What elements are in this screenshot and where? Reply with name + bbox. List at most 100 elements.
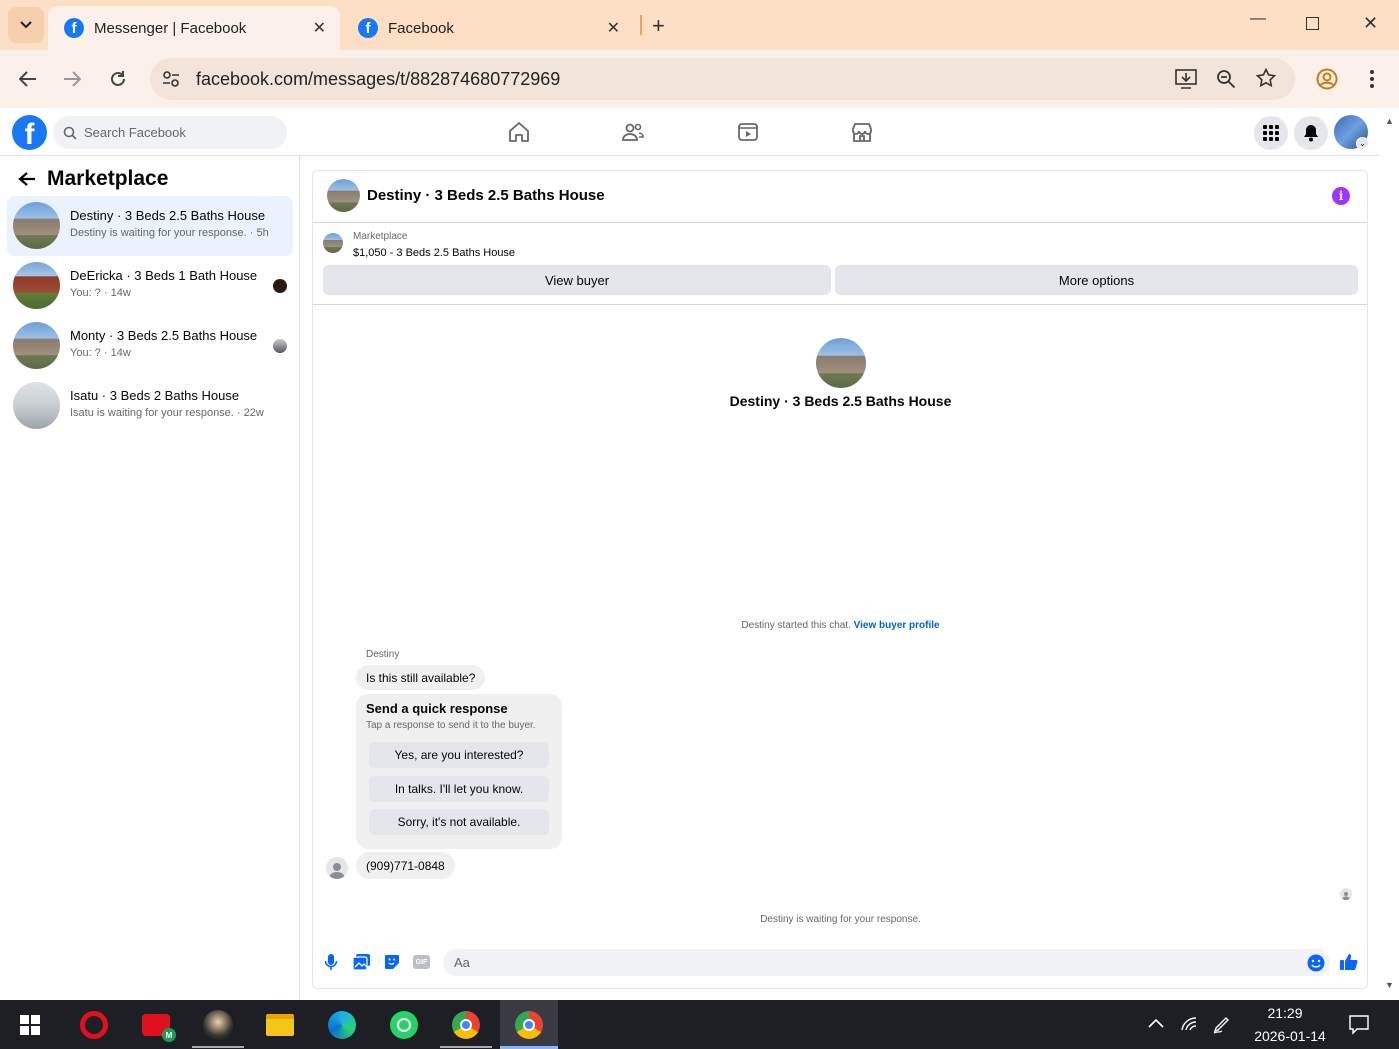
restore-button[interactable] xyxy=(1306,17,1319,30)
conversation-preview: You: ? · 14w xyxy=(70,347,131,359)
sender-name: Destiny xyxy=(366,649,400,660)
tab-list-button[interactable] xyxy=(8,7,44,43)
chat-header-avatar[interactable] xyxy=(327,179,360,212)
quick-response-button[interactable]: Sorry, it's not available. xyxy=(369,809,549,835)
default-user-icon xyxy=(329,863,345,879)
sticker-icon[interactable] xyxy=(384,954,400,970)
browser-tab-bar: f Messenger | Facebook ✕ f Facebook ✕ + … xyxy=(0,0,1399,50)
listing-divider xyxy=(313,304,1367,305)
account-chevron-icon[interactable]: ⌄ xyxy=(1356,137,1369,150)
default-user-icon xyxy=(1342,892,1350,900)
message-bubble[interactable]: Is this still available? xyxy=(356,665,486,690)
profile-avatar[interactable] xyxy=(816,338,866,388)
more-options-button[interactable]: More options xyxy=(835,265,1358,295)
thumbs-up-icon[interactable] xyxy=(1340,953,1358,971)
tab-messenger[interactable]: f Messenger | Facebook ✕ xyxy=(48,6,340,50)
reload-icon xyxy=(111,71,125,86)
microphone-icon[interactable] xyxy=(324,953,338,971)
conversation-item[interactable]: Isatu · 3 Beds 2 Baths House Isatu is wa… xyxy=(7,376,293,436)
clock-date[interactable]: 2026-01-14 xyxy=(1250,1028,1330,1044)
quick-response-button[interactable]: In talks. I'll let you know. xyxy=(369,776,549,802)
wifi-icon[interactable] xyxy=(1180,1016,1198,1032)
running-indicator xyxy=(192,1046,244,1048)
message-input-placeholder: Aa xyxy=(454,955,470,970)
tab-facebook[interactable]: f Facebook ✕ xyxy=(342,6,634,50)
header-divider xyxy=(313,222,1367,223)
facebook-logo[interactable]: f xyxy=(12,115,47,150)
tab-divider xyxy=(640,15,642,35)
minimize-button[interactable]: — xyxy=(1250,10,1266,28)
conversation-name: Monty · 3 Beds 2.5 Baths House xyxy=(70,328,258,343)
gif-icon[interactable]: GIF xyxy=(413,955,430,969)
notifications-button[interactable] xyxy=(1294,116,1328,150)
conversation-item[interactable]: Monty · 3 Beds 2.5 Baths House You: ? · … xyxy=(7,316,293,376)
back-arrow-icon[interactable] xyxy=(18,171,36,187)
browser-menu-icon[interactable] xyxy=(1369,69,1375,89)
start-button[interactable] xyxy=(14,1009,46,1041)
close-window-button[interactable]: ✕ xyxy=(1363,13,1378,34)
search-input[interactable]: Search Facebook xyxy=(53,116,287,149)
url-text: facebook.com/messages/t/882874680772969 xyxy=(196,69,561,89)
omnibox[interactable]: facebook.com/messages/t/882874680772969 xyxy=(150,58,1295,100)
edge-icon[interactable] xyxy=(326,1009,358,1041)
quick-response-subtitle: Tap a response to send it to the buyer. xyxy=(366,720,536,731)
waiting-notice: Destiny is waiting for your response. xyxy=(760,914,921,925)
opera-app-icon[interactable] xyxy=(78,1009,110,1041)
pen-icon[interactable] xyxy=(1212,1014,1232,1034)
facebook-favicon-icon: f xyxy=(358,18,378,38)
chrome-icon[interactable] xyxy=(450,1009,482,1041)
close-tab-icon[interactable]: ✕ xyxy=(607,18,620,38)
bookmark-star-icon[interactable] xyxy=(1256,68,1276,88)
emoji-icon[interactable] xyxy=(1307,954,1325,972)
photo-icon[interactable] xyxy=(353,954,370,970)
seen-avatar xyxy=(273,339,287,353)
page-scrollbar[interactable]: ▲ ▼ xyxy=(1381,108,1399,1000)
listing-thumbnail xyxy=(13,322,60,369)
back-button[interactable] xyxy=(16,67,40,91)
chevron-up-icon[interactable] xyxy=(1148,1018,1164,1028)
install-app-icon[interactable] xyxy=(1175,69,1197,89)
conversation-name: Isatu · 3 Beds 2 Baths House xyxy=(70,388,240,403)
message-bubble[interactable]: (909)771-0848 xyxy=(356,852,455,879)
marketplace-icon[interactable] xyxy=(850,120,874,144)
home-icon[interactable] xyxy=(507,120,531,144)
forward-button[interactable] xyxy=(60,67,84,91)
chevron-down-icon xyxy=(20,21,32,29)
message-input[interactable]: Aa xyxy=(443,949,1330,976)
zoom-icon[interactable] xyxy=(1216,69,1236,89)
profile-icon[interactable] xyxy=(1316,68,1338,90)
facebook-favicon-icon: f xyxy=(64,18,84,38)
listing-title[interactable]: $1,050 - 3 Beds 2.5 Baths House xyxy=(353,247,515,259)
clock-time[interactable]: 21:29 xyxy=(1250,1005,1320,1021)
read-receipt-avatar xyxy=(1340,888,1352,900)
chat-header-title[interactable]: Destiny · 3 Beds 2.5 Baths House xyxy=(367,187,605,204)
info-button[interactable]: i xyxy=(1332,187,1350,205)
chrome-active-icon[interactable] xyxy=(513,1009,545,1041)
search-placeholder: Search Facebook xyxy=(84,125,186,140)
running-indicator xyxy=(440,1046,492,1048)
reload-button[interactable] xyxy=(106,67,130,91)
listing-thumbnail xyxy=(13,262,60,309)
profile-app-icon[interactable] xyxy=(202,1009,234,1041)
quick-response-title: Send a quick response xyxy=(366,701,508,716)
message-text: (909)771-0848 xyxy=(366,858,445,873)
quick-response-button[interactable]: Yes, are you interested? xyxy=(369,742,549,768)
conversation-item[interactable]: DeEricka · 3 Beds 1 Bath House You: ? · … xyxy=(7,256,293,316)
site-settings-icon[interactable] xyxy=(162,70,180,88)
close-tab-icon[interactable]: ✕ xyxy=(313,18,326,38)
new-tab-button[interactable]: + xyxy=(652,13,665,39)
media-app-icon[interactable]: M xyxy=(140,1009,176,1042)
file-explorer-icon[interactable] xyxy=(264,1009,296,1041)
tab-title: Messenger | Facebook xyxy=(94,19,247,37)
video-icon[interactable] xyxy=(736,120,760,144)
view-buyer-profile-link[interactable]: View buyer profile xyxy=(854,620,940,631)
conversation-item[interactable]: Destiny · 3 Beds 2.5 Baths House Destiny… xyxy=(7,196,293,256)
notification-center-icon[interactable] xyxy=(1349,1015,1369,1035)
whatsapp-icon[interactable] xyxy=(388,1009,420,1041)
conversation-preview: Destiny is waiting for your response. · … xyxy=(70,227,269,239)
listing-label: Marketplace xyxy=(353,231,408,242)
friends-icon[interactable] xyxy=(621,120,645,144)
conversation-preview: You: ? · 14w xyxy=(70,287,131,299)
view-buyer-button[interactable]: View buyer xyxy=(323,265,831,295)
menu-button[interactable] xyxy=(1254,116,1288,150)
